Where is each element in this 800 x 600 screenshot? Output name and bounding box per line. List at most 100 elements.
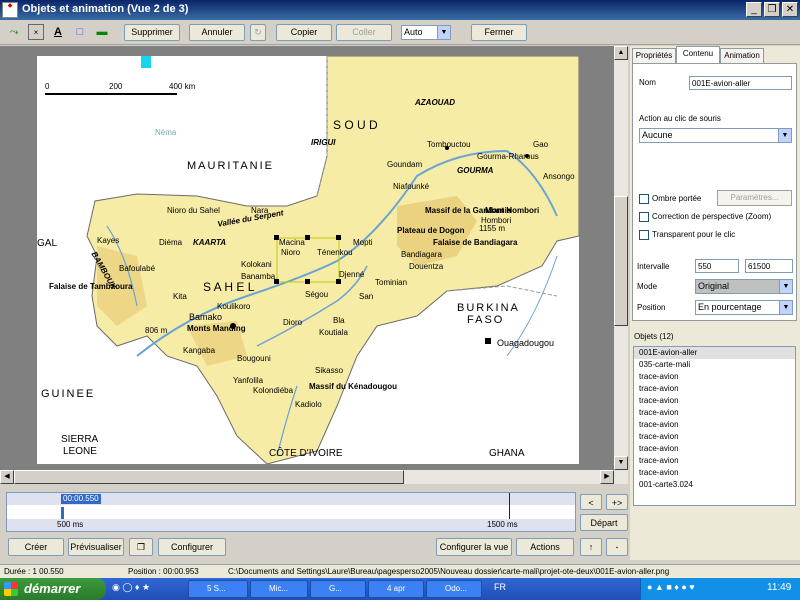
scroll-down-icon[interactable]: ▼ [614, 456, 628, 470]
actions-button[interactable]: Actions [516, 538, 574, 556]
previsualiser-button[interactable]: Prévisualiser [68, 538, 124, 556]
timeline-add-button[interactable]: +> [606, 494, 628, 510]
scroll-up-icon[interactable]: ▲ [614, 46, 628, 60]
timeline[interactable]: 00:00.550 500 ms 1500 ms [6, 492, 576, 532]
tab-contenu[interactable]: Contenu [676, 46, 720, 64]
configurer-la-vue-button[interactable]: Configurer la vue [436, 538, 512, 556]
parametres-button[interactable]: Paramètres... [717, 190, 792, 206]
title-bar: ◆ Objets et animation (Vue 2 de 3) _ ❒ ✕ [0, 0, 800, 20]
list-item[interactable]: trace-avion [634, 383, 795, 395]
depart-button[interactable]: Départ [580, 514, 628, 531]
label-leone: LEONE [63, 446, 97, 457]
chevron-down-icon[interactable]: ▼ [778, 129, 791, 142]
tab-animation[interactable]: Animation [720, 48, 764, 64]
scroll-right-icon[interactable]: ▶ [600, 470, 614, 484]
nom-field[interactable]: 001E-avion-aller [689, 76, 792, 90]
timeline-prev-button[interactable]: < [580, 494, 602, 510]
image-tool-icon[interactable]: × [28, 24, 44, 40]
canvas-area[interactable]: 0 200 400 km MAURITANIE BURKINA FASO GUI… [0, 46, 614, 470]
place-ouagadougou: Ouagadougou [497, 338, 555, 348]
move-up-button[interactable]: ↑ [580, 538, 602, 556]
maximize-button[interactable]: ❒ [764, 2, 780, 17]
tray-icons[interactable]: ● ▲ ■ ♦ ● ♥ [647, 582, 695, 592]
chevron-down-icon[interactable]: ▼ [779, 280, 792, 293]
position-label: Position [637, 303, 666, 312]
taskbar-item[interactable]: Odo... [426, 580, 482, 598]
quick-launch-icons[interactable]: ◉ ◯ ♦ ★ [112, 582, 182, 596]
intervalle-start[interactable]: 550 [695, 259, 739, 273]
place-macina: Macina [279, 238, 305, 247]
redo-icon[interactable]: ↻ [250, 24, 266, 41]
text-tool-icon[interactable]: A [50, 24, 66, 40]
map-canvas[interactable]: 0 200 400 km MAURITANIE BURKINA FASO GUI… [37, 56, 579, 464]
correction-label: Correction de perspective (Zoom) [652, 212, 772, 221]
chevron-down-icon[interactable]: ▼ [779, 301, 792, 314]
place-san: San [359, 292, 374, 301]
place-gao: Gao [533, 140, 549, 149]
objets-list[interactable]: 001E-avion-aller 035-carte-mali trace-av… [633, 346, 796, 506]
tab-proprietes[interactable]: Propriétés [632, 48, 676, 64]
action-select[interactable]: Aucune ▼ [639, 128, 792, 143]
taskbar: démarrer ◉ ◯ ♦ ★ 5 S... Mic... G... 4 ap… [0, 578, 800, 600]
list-item[interactable]: trace-avion [634, 431, 795, 443]
list-item[interactable]: trace-avion [634, 443, 795, 455]
transparent-checkbox[interactable] [639, 230, 649, 240]
place-yanfolila: Yanfolila [233, 376, 264, 385]
close-button[interactable]: ✕ [782, 2, 798, 17]
horizontal-scroll-thumb[interactable] [14, 470, 404, 484]
list-item[interactable]: 035-carte-mali [634, 359, 795, 371]
position-select[interactable]: En pourcentage ▼ [695, 300, 793, 315]
list-item[interactable]: trace-avion [634, 467, 795, 479]
correction-checkbox[interactable] [639, 212, 649, 222]
app-icon: ◆ [2, 2, 18, 18]
place-kangaba: Kangaba [183, 346, 216, 355]
place-gourma-rharous: Gourma-Rharous [477, 152, 539, 161]
scroll-left-icon[interactable]: ◀ [0, 470, 14, 484]
place-kayes: Kayes [97, 236, 120, 245]
place-plateau-dogon: Plateau de Dogon [397, 226, 465, 235]
list-item[interactable]: trace-avion [634, 419, 795, 431]
taskbar-item[interactable]: G... [310, 580, 366, 598]
language-indicator[interactable]: FR [494, 582, 506, 592]
annuler-button[interactable]: Annuler [189, 24, 245, 41]
taskbar-item[interactable]: 5 S... [188, 580, 248, 598]
ombre-checkbox[interactable] [639, 194, 649, 204]
coller-button[interactable]: Coller [336, 24, 392, 41]
supprimer-button[interactable]: Supprimer [124, 24, 180, 41]
fermer-button[interactable]: Fermer [471, 24, 527, 41]
zoom-select[interactable]: Auto ▼ [401, 25, 451, 40]
picture-tool-icon[interactable]: ▬ [94, 24, 110, 40]
status-path: C:\Documents and Settings\Laure\Bureau\p… [228, 567, 670, 576]
taskbar-item[interactable]: Mic... [250, 580, 308, 598]
intervalle-end[interactable]: 61500 [745, 259, 793, 273]
select-tool-icon[interactable]: ⤳ [6, 24, 22, 40]
copy-view-icon[interactable]: ❐ [129, 538, 153, 556]
list-item[interactable]: trace-avion [634, 407, 795, 419]
label-faso: FASO [467, 314, 505, 326]
list-item[interactable]: trace-avion [634, 395, 795, 407]
list-item[interactable]: 001E-avion-aller [634, 347, 795, 359]
place-tominian: Tominian [375, 278, 408, 287]
horizontal-scrollbar[interactable]: ◀ ▶ [0, 470, 628, 484]
copier-button[interactable]: Copier [276, 24, 332, 41]
chevron-down-icon[interactable]: ▼ [437, 26, 450, 39]
label-sierra: SIERRA [61, 434, 99, 445]
place-douentza: Douentza [409, 262, 444, 271]
configurer-button[interactable]: Configurer [158, 538, 226, 556]
vertical-scroll-thumb[interactable] [614, 196, 628, 326]
place-goundam: Goundam [387, 160, 423, 169]
mode-value: Original [698, 281, 730, 291]
minimize-button[interactable]: _ [746, 2, 762, 17]
start-button[interactable]: démarrer [0, 578, 106, 600]
creer-button[interactable]: Créer [8, 538, 64, 556]
rectangle-tool-icon[interactable]: □ [72, 24, 88, 40]
vertical-scrollbar[interactable]: ▲ ▼ [614, 46, 628, 470]
list-item[interactable]: trace-avion [634, 455, 795, 467]
timeline-marker[interactable] [61, 507, 64, 519]
list-item[interactable]: 001-carte3.024 [634, 479, 795, 491]
list-item[interactable]: trace-avion [634, 371, 795, 383]
move-down-button[interactable]: - [606, 538, 628, 556]
mode-select[interactable]: Original ▼ [695, 279, 793, 294]
taskbar-item[interactable]: 4 apr [368, 580, 424, 598]
place-nioro2: Nioro [281, 248, 301, 257]
